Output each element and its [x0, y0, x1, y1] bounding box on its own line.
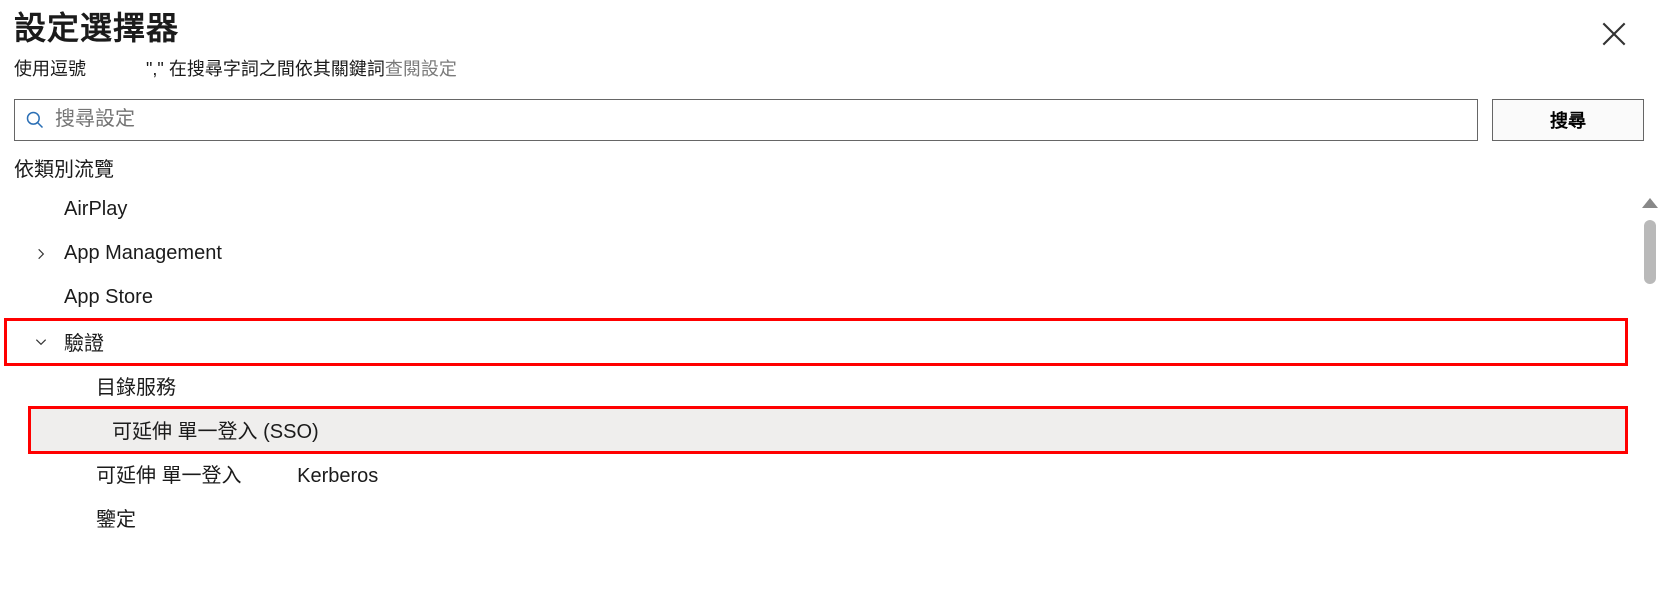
page-title: 設定選擇器: [14, 10, 1644, 47]
category-label: 目錄服務: [52, 371, 176, 400]
search-input[interactable]: [55, 108, 1467, 131]
browse-by-category-label: 依類別流覽: [14, 153, 1644, 182]
category-label: 鑒定: [52, 503, 136, 532]
category-tree: AirPlay App Management App Store 驗證 目錄服務…: [14, 188, 1644, 540]
scroll-thumb[interactable]: [1644, 220, 1656, 284]
close-icon: [1598, 18, 1630, 50]
search-icon: [25, 110, 45, 130]
subtitle-part-c: 查閱設定: [385, 59, 457, 79]
category-app-management[interactable]: App Management: [14, 232, 1644, 276]
search-box[interactable]: [14, 99, 1478, 141]
category-extensible-sso[interactable]: 可延伸 單一登入 (SSO): [30, 408, 1626, 452]
category-label: AirPlay: [52, 198, 127, 221]
category-airplay[interactable]: AirPlay: [14, 188, 1644, 232]
subtitle-part-a: 使用逗號: [14, 59, 86, 79]
category-extensible-sso-kerberos[interactable]: 可延伸 單一登入 Kerberos: [14, 452, 1644, 496]
subtitle-part-b: 在搜尋字詞之間依其關鍵詞: [169, 59, 385, 79]
category-label: 驗證: [52, 327, 104, 356]
category-label: 可延伸 單一登入 Kerberos: [52, 459, 378, 488]
category-app-store[interactable]: App Store: [14, 276, 1644, 320]
close-button[interactable]: [1598, 18, 1630, 50]
scroll-up-arrow-icon[interactable]: [1642, 198, 1658, 208]
category-authentication[interactable]: 驗證: [6, 320, 1626, 364]
subtitle: 使用逗號 "," 在搜尋字詞之間依其關鍵詞查閱設定: [14, 55, 1644, 81]
scrollbar[interactable]: [1644, 198, 1656, 602]
category-directory-service[interactable]: 目錄服務: [14, 364, 1644, 408]
category-label: App Store: [52, 286, 153, 309]
category-identification[interactable]: 鑒定: [14, 496, 1644, 540]
search-button[interactable]: 搜尋: [1492, 99, 1644, 141]
chevron-right-icon: [30, 247, 52, 261]
subtitle-quote: ",": [146, 59, 164, 79]
chevron-down-icon: [30, 335, 52, 349]
category-label: App Management: [52, 242, 222, 265]
category-label: 可延伸 單一登入 (SSO): [52, 415, 319, 444]
